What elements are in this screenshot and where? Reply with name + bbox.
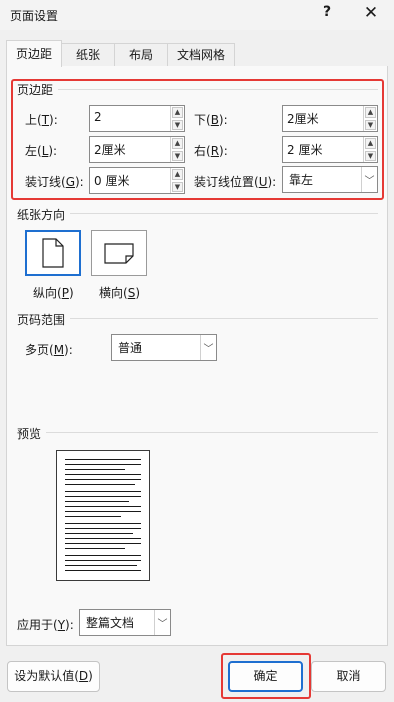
top-margin-value[interactable]: 2 (90, 106, 170, 131)
gutter-position-value: 靠左 (289, 173, 314, 187)
close-button[interactable]: ✕ (360, 3, 382, 23)
dialog-title: 页面设置 (10, 9, 59, 23)
preview-divider (46, 432, 378, 433)
top-margin-label: 上(T): (25, 113, 58, 127)
chevron-down-icon[interactable]: ﹀ (200, 335, 216, 360)
spin-up-icon[interactable]: ▲ (172, 107, 183, 118)
spin-up-icon[interactable]: ▲ (365, 107, 376, 118)
bottom-margin-spinner[interactable]: 2厘米 ▲ ▼ (282, 105, 378, 132)
landscape-option[interactable] (91, 230, 147, 276)
right-margin-label: 右(R): (194, 144, 228, 158)
top-margin-spinner[interactable]: 2 ▲ ▼ (89, 105, 185, 132)
tab-paper[interactable]: 纸张 (61, 43, 115, 67)
bottom-margin-label: 下(B): (194, 113, 228, 127)
spin-up-icon[interactable]: ▲ (172, 138, 183, 149)
pages-group-title: 页码范围 (17, 313, 66, 327)
spin-down-icon[interactable]: ▼ (172, 181, 183, 192)
preview-page (56, 450, 150, 581)
tab-layout[interactable]: 布局 (114, 43, 168, 67)
chevron-down-icon[interactable]: ﹀ (154, 610, 170, 635)
spin-down-icon[interactable]: ▼ (172, 119, 183, 130)
spin-down-icon[interactable]: ▼ (365, 150, 376, 161)
portrait-page-icon (42, 238, 64, 268)
multiple-pages-label: 多页(M): (25, 343, 73, 357)
ok-button[interactable]: 确定 (228, 661, 303, 692)
gutter-position-label: 装订线位置(U): (194, 175, 277, 189)
cancel-button[interactable]: 取消 (311, 661, 386, 692)
set-default-button[interactable]: 设为默认值(D) (7, 661, 100, 692)
chevron-down-icon[interactable]: ﹀ (361, 167, 377, 192)
gutter-label: 装订线(G): (25, 175, 84, 189)
orientation-divider (70, 213, 378, 214)
left-margin-spinner[interactable]: 2厘米 ▲ ▼ (89, 136, 185, 163)
right-margin-spinner[interactable]: 2 厘米 ▲ ▼ (282, 136, 378, 163)
spin-up-icon[interactable]: ▲ (365, 138, 376, 149)
spin-down-icon[interactable]: ▼ (172, 150, 183, 161)
gutter-spinner[interactable]: 0 厘米 ▲ ▼ (89, 167, 185, 194)
tab-margins[interactable]: 页边距 (6, 40, 62, 67)
portrait-option[interactable] (25, 230, 81, 276)
gutter-value[interactable]: 0 厘米 (90, 168, 170, 193)
multiple-pages-select[interactable]: 普通 ﹀ (111, 334, 217, 361)
spin-down-icon[interactable]: ▼ (365, 119, 376, 130)
preview-group-title: 预览 (17, 427, 42, 441)
left-margin-label: 左(L): (25, 144, 58, 158)
gutter-position-select[interactable]: 靠左 ﹀ (282, 166, 378, 193)
orientation-group-title: 纸张方向 (17, 208, 66, 222)
tab-document-grid[interactable]: 文档网格 (167, 43, 235, 67)
apply-to-value: 整篇文档 (86, 616, 135, 630)
apply-to-label: 应用于(Y): (17, 618, 74, 632)
right-margin-value[interactable]: 2 厘米 (283, 137, 363, 162)
spin-up-icon[interactable]: ▲ (172, 169, 183, 180)
multiple-pages-value: 普通 (118, 341, 143, 355)
portrait-label: 纵向(P) (33, 286, 74, 300)
landscape-label: 横向(S) (99, 286, 140, 300)
landscape-page-icon (104, 243, 134, 264)
margins-divider (58, 89, 378, 90)
apply-to-select[interactable]: 整篇文档 ﹀ (79, 609, 171, 636)
help-button[interactable]: ? (317, 4, 337, 20)
bottom-margin-value[interactable]: 2厘米 (283, 106, 363, 131)
left-margin-value[interactable]: 2厘米 (90, 137, 170, 162)
pages-divider (70, 318, 378, 319)
margins-group-title: 页边距 (17, 83, 54, 97)
